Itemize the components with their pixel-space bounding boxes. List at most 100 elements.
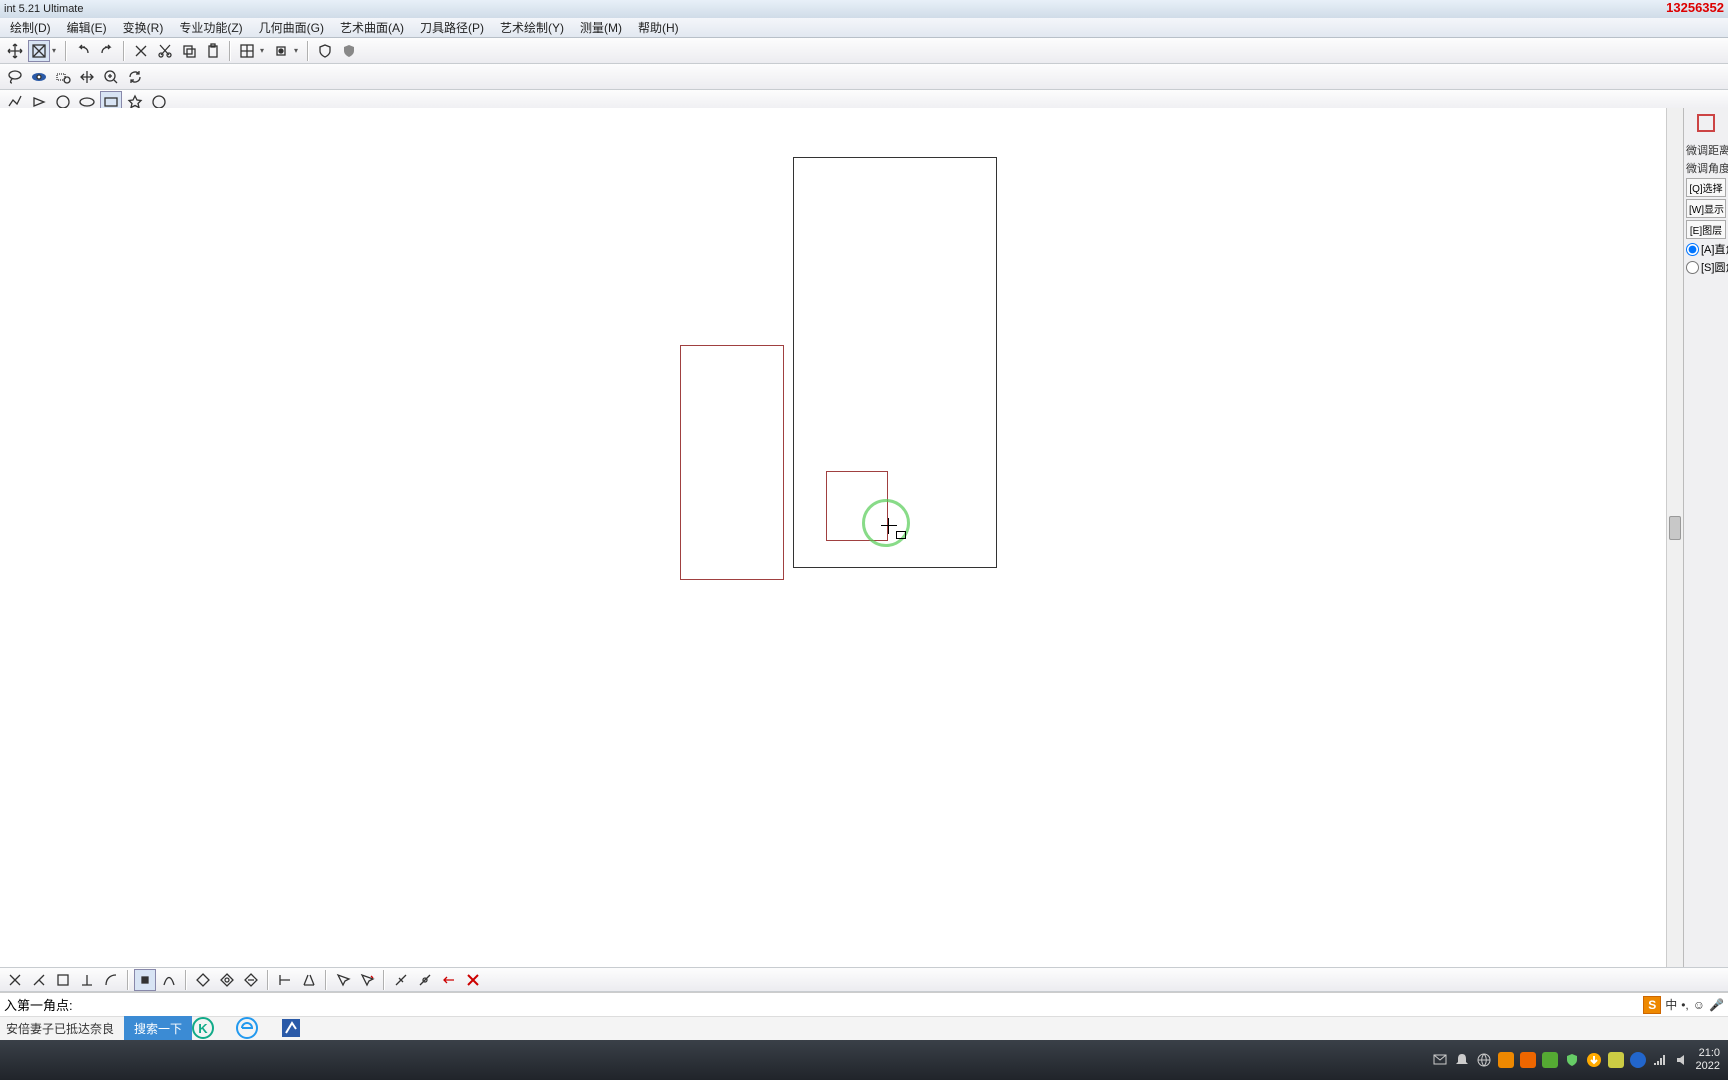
ime-mic-icon[interactable]: 🎤 bbox=[1709, 998, 1724, 1012]
refresh-icon[interactable] bbox=[124, 66, 146, 88]
delete-icon[interactable] bbox=[130, 40, 152, 62]
round-radio-label: [S]圆角矩 bbox=[1701, 259, 1728, 275]
copy-icon[interactable] bbox=[178, 40, 200, 62]
btool-d1-icon[interactable] bbox=[192, 969, 214, 991]
taskbar-clock[interactable]: 21:0 2022 bbox=[1696, 1047, 1720, 1073]
clock-time: 21:0 bbox=[1696, 1047, 1720, 1060]
tray-msg-icon[interactable] bbox=[1432, 1052, 1448, 1068]
select-mode-button[interactable]: [Q]选择 bbox=[1686, 178, 1726, 197]
canvas[interactable] bbox=[0, 108, 1666, 967]
ime-lang[interactable]: 中 bbox=[1665, 996, 1677, 1013]
btool-pick2-icon[interactable] bbox=[356, 969, 378, 991]
tray-bell-icon[interactable] bbox=[1454, 1052, 1470, 1068]
zoom-mag-icon[interactable] bbox=[52, 66, 74, 88]
grid-icon[interactable] bbox=[236, 40, 258, 62]
select-dropdown-icon[interactable]: ▾ bbox=[52, 46, 60, 55]
menu-draw[interactable]: 绘制(D) bbox=[2, 17, 59, 38]
shield1-icon[interactable] bbox=[314, 40, 336, 62]
btool-perp-icon[interactable] bbox=[76, 969, 98, 991]
news-bar: 安倍妻子已抵达奈良 搜索一下 K bbox=[0, 1016, 1728, 1040]
shield2-icon[interactable] bbox=[338, 40, 360, 62]
title-bar: int 5.21 Ultimate 13256352 bbox=[0, 0, 1728, 18]
menu-measure[interactable]: 测量(M) bbox=[572, 17, 630, 38]
redo-icon[interactable] bbox=[96, 40, 118, 62]
btool-1-icon[interactable] bbox=[4, 969, 26, 991]
clock-date: 2022 bbox=[1696, 1060, 1720, 1073]
toolbar-main: ▾ ▾ ▾ bbox=[0, 38, 1728, 64]
menu-toolpath[interactable]: 刀具路径(P) bbox=[412, 17, 492, 38]
eye-icon[interactable] bbox=[28, 66, 50, 88]
btool-d2-icon[interactable] bbox=[216, 969, 238, 991]
grid-dropdown-icon[interactable]: ▾ bbox=[260, 46, 268, 55]
right-panel: 微调距离: 微调角度: [Q]选择 [W]显示 [E]图层 [A]直角矩 [S]… bbox=[1683, 108, 1728, 967]
menu-help[interactable]: 帮助(H) bbox=[630, 17, 687, 38]
round-rect-type-radio[interactable]: [S]圆角矩 bbox=[1686, 259, 1726, 275]
canvas-rect-left[interactable] bbox=[680, 345, 784, 580]
menu-geom[interactable]: 几何曲面(G) bbox=[251, 17, 332, 38]
btool-close-icon[interactable] bbox=[462, 969, 484, 991]
tray-blue-icon[interactable] bbox=[1630, 1052, 1646, 1068]
btool-align1-icon[interactable] bbox=[274, 969, 296, 991]
snap-icon[interactable] bbox=[270, 40, 292, 62]
btool-node-icon[interactable] bbox=[134, 969, 156, 991]
command-bar: 入第一角点: S 中 •, ☺ 🎤 bbox=[0, 992, 1728, 1016]
svg-text:K: K bbox=[198, 1021, 208, 1036]
crosshair-cursor-icon bbox=[881, 518, 897, 534]
btool-2-icon[interactable] bbox=[28, 969, 50, 991]
ime-punct-icon[interactable]: •, bbox=[1681, 998, 1689, 1012]
ime-indicator[interactable]: S 中 •, ☺ 🎤 bbox=[1643, 996, 1724, 1014]
undo-icon[interactable] bbox=[72, 40, 94, 62]
btool-d3-icon[interactable] bbox=[240, 969, 262, 991]
vertical-scrollbar[interactable] bbox=[1666, 108, 1683, 967]
select-tool-icon[interactable] bbox=[28, 40, 50, 62]
btool-m1-icon[interactable] bbox=[390, 969, 412, 991]
cursor-rect-icon bbox=[896, 531, 906, 539]
tray-orange1-icon[interactable] bbox=[1498, 1052, 1514, 1068]
taskbar-app-current[interactable] bbox=[280, 1017, 324, 1041]
tray-shield-icon[interactable] bbox=[1564, 1052, 1580, 1068]
menu-pro[interactable]: 专业功能(Z) bbox=[171, 17, 250, 38]
btool-pick1-icon[interactable] bbox=[332, 969, 354, 991]
taskbar-app-e[interactable] bbox=[236, 1017, 280, 1041]
btool-m3-icon[interactable] bbox=[438, 969, 460, 991]
show-mode-button[interactable]: [W]显示 bbox=[1686, 199, 1726, 218]
watermark-text: 13256352 bbox=[1666, 0, 1724, 15]
menu-transform[interactable]: 变换(R) bbox=[115, 17, 172, 38]
search-button[interactable]: 搜索一下 bbox=[124, 1016, 192, 1041]
menu-art-draw[interactable]: 艺术绘制(Y) bbox=[492, 17, 572, 38]
move-tool-icon[interactable] bbox=[4, 40, 26, 62]
windows-taskbar: 21:0 2022 bbox=[0, 1040, 1728, 1080]
tray-signal-icon[interactable] bbox=[1652, 1052, 1668, 1068]
ime-smile-icon[interactable]: ☺ bbox=[1693, 998, 1705, 1012]
paste-icon[interactable] bbox=[202, 40, 224, 62]
panel-rect-icon[interactable] bbox=[1697, 114, 1715, 132]
system-tray: 21:0 2022 bbox=[1432, 1047, 1728, 1073]
tray-green-icon[interactable] bbox=[1542, 1052, 1558, 1068]
menu-edit[interactable]: 编辑(E) bbox=[59, 17, 115, 38]
tray-orange2-icon[interactable] bbox=[1520, 1052, 1536, 1068]
cut-icon[interactable] bbox=[154, 40, 176, 62]
btool-3-icon[interactable] bbox=[52, 969, 74, 991]
menu-bar: 绘制(D) 编辑(E) 变换(R) 专业功能(Z) 几何曲面(G) 艺术曲面(A… bbox=[0, 18, 1728, 38]
rect-type-radio[interactable]: [A]直角矩 bbox=[1686, 241, 1726, 257]
snap-dropdown-icon[interactable]: ▾ bbox=[294, 46, 302, 55]
tray-yellow-icon[interactable] bbox=[1608, 1052, 1624, 1068]
layer-mode-button[interactable]: [E]图层 bbox=[1686, 220, 1726, 239]
lasso-icon[interactable] bbox=[4, 66, 26, 88]
zoom-in-icon[interactable] bbox=[100, 66, 122, 88]
menu-art-surface[interactable]: 艺术曲面(A) bbox=[332, 17, 412, 38]
tray-volume-icon[interactable] bbox=[1674, 1052, 1690, 1068]
pan-icon[interactable] bbox=[76, 66, 98, 88]
app-title: int 5.21 Ultimate bbox=[4, 3, 83, 15]
ime-icon[interactable]: S bbox=[1643, 996, 1661, 1014]
btool-align2-icon[interactable] bbox=[298, 969, 320, 991]
btool-m2-icon[interactable] bbox=[414, 969, 436, 991]
news-headline[interactable]: 安倍妻子已抵达奈良 bbox=[0, 1020, 120, 1037]
btool-curve-icon[interactable] bbox=[158, 969, 180, 991]
scrollbar-thumb[interactable] bbox=[1669, 516, 1681, 540]
btool-arc-icon[interactable] bbox=[100, 969, 122, 991]
tray-dl-icon[interactable] bbox=[1586, 1052, 1602, 1068]
taskbar-app-k[interactable]: K bbox=[192, 1017, 236, 1041]
tray-net-icon[interactable] bbox=[1476, 1052, 1492, 1068]
nudge-dist-label: 微调距离: bbox=[1686, 142, 1726, 158]
